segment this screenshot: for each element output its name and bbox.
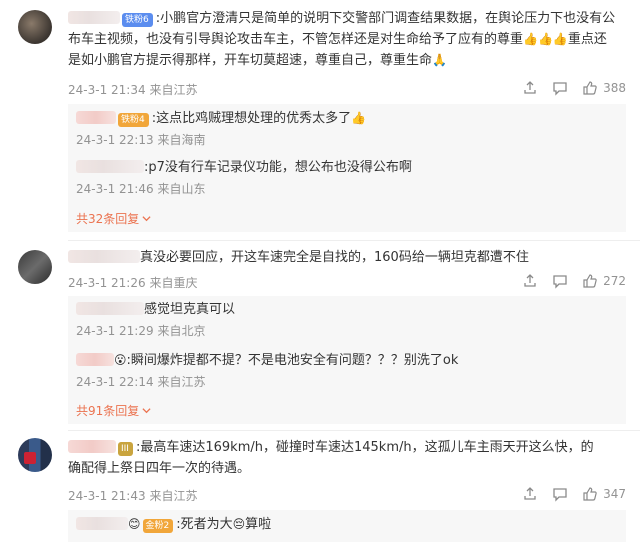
emoji-icon: 😊 (128, 517, 141, 531)
share-icon[interactable] (522, 273, 538, 289)
comment-location: 来自重庆 (149, 276, 198, 290)
comment-location: 来自江苏 (149, 83, 198, 97)
username-blurred[interactable] (76, 160, 144, 173)
comment-icon[interactable] (552, 273, 568, 289)
divider (68, 240, 640, 241)
comment-item: III:最高车速达169km/h，碰撞时车速达145km/h，这孤儿车主雨天开这… (0, 434, 640, 542)
comment-text-line2b: 重点还 (567, 32, 607, 47)
avatar[interactable] (18, 250, 52, 284)
like-button[interactable]: 388 (582, 80, 626, 96)
comment-location: 来自江苏 (149, 489, 198, 503)
emoji-icon: 😔 (232, 517, 246, 531)
reply-location: 来自北京 (157, 324, 206, 338)
comment-text-line1: :最高车速达169km/h，碰撞时车速达145km/h，这孤儿车主雨天开这么快，… (135, 440, 594, 455)
comment-icon[interactable] (552, 486, 568, 502)
reply-item: 😊 金粉2:死者为大😔算啦 (76, 514, 618, 535)
reply-text: :这点比鸡贼理想处理的优秀太多了 (151, 111, 352, 126)
avatar[interactable] (18, 438, 52, 472)
comment-body: 铁粉6:小鹏官方澄清只是简单的说明下交警部门调查结果数据，在舆论压力下也没有公 … (68, 8, 626, 71)
avatar[interactable] (18, 10, 52, 44)
comment-item: 真没必要回应，开这车速完全是自找的，160码给一辆坦克都遭不住 24-3-1 2… (0, 244, 640, 424)
comment-actions: 388 (522, 80, 626, 96)
like-button[interactable]: 347 (582, 486, 626, 502)
username-blurred[interactable] (76, 302, 144, 315)
comment-meta: 24-3-1 21:26 来自重庆 (68, 274, 197, 291)
comment-icon[interactable] (552, 80, 568, 96)
reply-location: 来自江苏 (157, 375, 206, 389)
share-icon[interactable] (522, 80, 538, 96)
more-replies-label: 共91条回复 (76, 404, 140, 418)
fan-badge: 铁粉6 (122, 13, 153, 27)
comment-text-line3: 是如小鹏官方提示得那样，开车切莫超速，尊重自己，尊重生命 (68, 53, 433, 68)
more-replies-link[interactable]: 共32条回复 (76, 210, 151, 227)
reply-text: :死者为大 (176, 517, 233, 532)
username-blurred[interactable] (76, 353, 114, 366)
share-icon[interactable] (522, 486, 538, 502)
comment-time: 24-3-1 21:26 (68, 276, 146, 290)
username-blurred[interactable] (68, 440, 116, 453)
reply-time: 24-3-1 22:13 (76, 133, 154, 147)
reply-item: 铁粉4:这点比鸡贼理想处理的优秀太多了👍 24-3-1 22:13 来自海南 (76, 108, 618, 148)
reply-box: 感觉坦克真可以 24-3-1 21:29 来自北京 😮:瞬间爆炸提都不提？不是电… (68, 296, 626, 424)
chevron-down-icon (142, 404, 151, 418)
comment-body: III:最高车速达169km/h，碰撞时车速达145km/h，这孤儿车主雨天开这… (68, 437, 626, 479)
username-blurred[interactable] (76, 517, 128, 530)
comment-meta: 24-3-1 21:43 来自江苏 (68, 487, 197, 504)
reply-time: 24-3-1 21:46 (76, 182, 154, 196)
reply-text: :p7没有行车记录仪功能，想公布也没得公布啊 (144, 160, 412, 175)
reply-text-b: 算啦 (245, 517, 272, 532)
thumbs-up-icon (582, 486, 598, 502)
comment-actions: 272 (522, 273, 626, 289)
like-button[interactable]: 272 (582, 273, 626, 289)
reply-item: 感觉坦克真可以 24-3-1 21:29 来自北京 (76, 300, 618, 339)
reply-item: 😮:瞬间爆炸提都不提？不是电池安全有问题？？？别洗了ok 24-3-1 22:1… (76, 350, 618, 390)
divider (68, 430, 640, 431)
comment-text-line1: :小鹏官方澄清只是简单的说明下交警部门调查结果数据，在舆论压力下也没有公 (155, 11, 616, 26)
reply-text: :瞬间爆炸提都不提？不是电池安全有问题？？？别洗了ok (126, 353, 459, 368)
comment-text-line2: 布车主视频，也没有引导舆论攻击车主，不管怎样还是对生命给予了应有的尊重 (68, 32, 524, 47)
comment-text-line1: 真没必要回应，开这车速完全是自找的，160码给一辆坦克都遭不住 (140, 250, 529, 265)
pray-emoji-icon: 🙏 (432, 53, 447, 67)
like-count: 272 (603, 274, 626, 288)
thumbs-up-icon (582, 80, 598, 96)
like-count: 388 (603, 81, 626, 95)
reply-time: 24-3-1 22:14 (76, 375, 154, 389)
comment-body: 真没必要回应，开这车速完全是自找的，160码给一辆坦克都遭不住 (68, 247, 626, 268)
username-blurred[interactable] (68, 250, 140, 263)
reply-item: :p7没有行车记录仪功能，想公布也没得公布啊 24-3-1 21:46 来自山东 (76, 158, 618, 197)
thumbs-up-emoji-icon: 👍👍👍 (523, 32, 568, 46)
fan-badge: 铁粉4 (118, 113, 149, 127)
emoji-icon: 😮 (114, 353, 127, 367)
username-blurred[interactable] (76, 111, 116, 124)
comment-meta: 24-3-1 21:34 来自江苏 (68, 81, 197, 98)
comment-feed: 铁粉6:小鹏官方澄清只是简单的说明下交警部门调查结果数据，在舆论压力下也没有公 … (0, 0, 640, 542)
comment-time: 24-3-1 21:43 (68, 489, 146, 503)
thumbs-up-emoji-icon: 👍 (351, 111, 367, 125)
comment-item: 铁粉6:小鹏官方澄清只是简单的说明下交警部门调查结果数据，在舆论压力下也没有公 … (0, 0, 640, 232)
thumbs-up-icon (582, 273, 598, 289)
reply-text: 感觉坦克真可以 (144, 302, 236, 317)
more-replies-label: 共32条回复 (76, 212, 140, 226)
reply-location: 来自山东 (157, 182, 206, 196)
more-replies-link[interactable]: 共91条回复 (76, 402, 151, 419)
reply-location: 来自海南 (157, 133, 206, 147)
fan-badge: 金粉2 (142, 519, 174, 533)
chevron-down-icon (142, 212, 151, 226)
reply-box: 😊 金粉2:死者为大😔算啦 (68, 510, 626, 542)
comment-time: 24-3-1 21:34 (68, 83, 146, 97)
reply-box: 铁粉4:这点比鸡贼理想处理的优秀太多了👍 24-3-1 22:13 来自海南 :… (68, 104, 626, 232)
comment-text-line2: 确配得上祭日四年一次的待遇。 (68, 461, 251, 476)
fan-badge: III (118, 442, 133, 456)
like-count: 347 (603, 487, 626, 501)
username-blurred[interactable] (68, 11, 120, 24)
comment-actions: 347 (522, 486, 626, 502)
reply-time: 24-3-1 21:29 (76, 324, 154, 338)
